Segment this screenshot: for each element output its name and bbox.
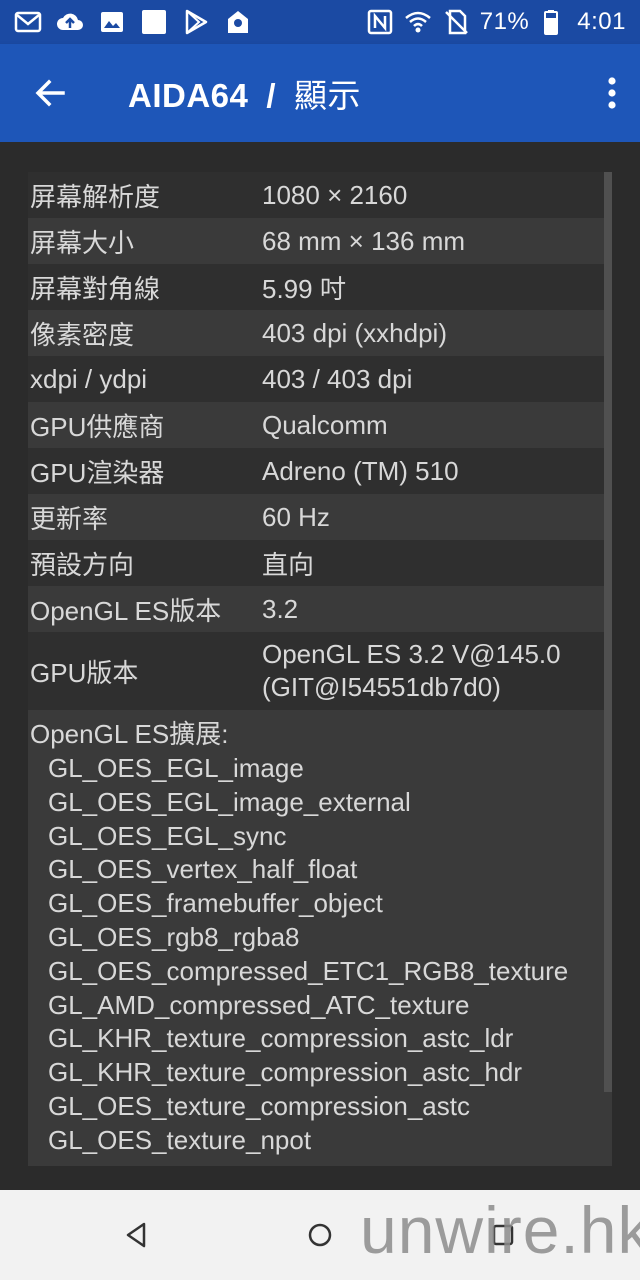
info-table: 屏幕解析度 1080 × 2160 屏幕大小 68 mm × 136 mm 屏幕… (28, 172, 612, 1166)
row-value: 403 dpi (xxhdpi) (262, 317, 447, 348)
table-row: 屏幕對角線 5.99 吋 (28, 264, 612, 310)
table-row: 像素密度 403 dpi (xxhdpi) (28, 310, 612, 356)
notification-icons (14, 8, 252, 36)
battery-icon (539, 8, 567, 36)
table-row: 屏幕解析度 1080 × 2160 (28, 172, 612, 218)
list-item: GL_OES_texture_compression_astc (48, 1090, 470, 1121)
arrow-left-icon (35, 79, 65, 107)
app-name: AIDA64 (128, 77, 249, 114)
row-value: 60 Hz (262, 501, 330, 532)
list-item: GL_OES_framebuffer_object (48, 888, 383, 919)
extensions-section: OpenGL ES擴展: GL_OES_EGL_image GL_OES_EGL… (28, 710, 612, 1166)
battery-percent: 71% (479, 8, 530, 35)
no-sim-icon (442, 8, 470, 36)
row-key: 更新率 (30, 503, 109, 534)
row-key: 屏幕解析度 (30, 181, 161, 212)
nfc-icon (366, 8, 394, 36)
list-item: GL_OES_compressed_ETC1_RGB8_texture (48, 955, 569, 986)
location-icon (224, 8, 252, 36)
row-value-line1: OpenGL ES 3.2 V@145.0 (262, 639, 561, 669)
gmail-icon (14, 8, 42, 36)
row-key: OpenGL ES版本 (30, 595, 222, 626)
row-key: GPU版本 (30, 657, 139, 688)
row-key: 屏幕對角線 (30, 273, 161, 304)
row-key: 像素密度 (30, 319, 135, 350)
back-button[interactable] (0, 44, 100, 142)
row-key: GPU供應商 (30, 411, 165, 442)
table-row: GPU渲染器 Adreno (TM) 510 (28, 448, 612, 494)
clock: 4:01 (577, 8, 626, 35)
scrollbar[interactable] (604, 172, 612, 1092)
cloud-upload-icon (56, 8, 84, 36)
blank-square-icon (140, 8, 168, 36)
list-item: GL_KHR_texture_compression_astc_hdr (48, 1057, 523, 1088)
page-subtitle: 顯示 (294, 77, 362, 114)
extensions-title: OpenGL ES擴展: (30, 719, 229, 749)
row-value: 直向 (262, 549, 315, 580)
overflow-menu-button[interactable] (584, 44, 640, 142)
system-status: 71% 4:01 (366, 8, 626, 36)
play-store-icon (182, 8, 210, 36)
row-value: 403 / 403 dpi (262, 363, 413, 394)
table-row: 更新率 60 Hz (28, 494, 612, 540)
list-item: GL_OES_EGL_sync (48, 820, 287, 851)
nav-home-button[interactable] (297, 1212, 343, 1258)
status-bar: 71% 4:01 (0, 0, 640, 44)
row-key: 預設方向 (30, 549, 135, 580)
title-separator: / (266, 77, 277, 114)
app-bar: AIDA64 / 顯示 (0, 44, 640, 142)
list-item: GL_KHR_texture_compression_astc_ldr (48, 1023, 514, 1054)
list-item: GL_AMD_compressed_ATC_texture (48, 989, 470, 1020)
row-value: 3.2 (262, 593, 299, 624)
list-item: GL_OES_EGL_image (48, 753, 304, 783)
row-value: Qualcomm (262, 409, 388, 440)
row-key: xdpi / ydpi (30, 363, 148, 394)
table-row: GPU供應商 Qualcomm (28, 402, 612, 448)
row-value-line2: (GIT@I54551db7d0) (262, 672, 501, 702)
row-value: OpenGL ES 3.2 V@145.0 (GIT@I54551db7d0) (262, 638, 612, 704)
table-row: OpenGL ES版本 3.2 (28, 586, 612, 632)
nav-back-button[interactable] (114, 1212, 160, 1258)
row-key: GPU渲染器 (30, 457, 165, 488)
list-item: GL_OES_vertex_half_float (48, 854, 358, 885)
table-row: 屏幕大小 68 mm × 136 mm (28, 218, 612, 264)
row-value: 5.99 吋 (262, 273, 346, 304)
wifi-icon (404, 8, 432, 36)
home-circle-icon (308, 1223, 332, 1247)
row-value: 1080 × 2160 (262, 179, 408, 210)
row-value: Adreno (TM) 510 (262, 455, 459, 486)
image-icon (98, 8, 126, 36)
back-triangle-icon (126, 1222, 146, 1248)
page-title: AIDA64 / 顯示 (128, 69, 361, 117)
table-row: GPU版本 OpenGL ES 3.2 V@145.0 (GIT@I54551d… (28, 632, 612, 710)
list-item: GL_OES_rgb8_rgba8 (48, 921, 300, 952)
display-info-panel[interactable]: 屏幕解析度 1080 × 2160 屏幕大小 68 mm × 136 mm 屏幕… (0, 142, 640, 1190)
row-value: 68 mm × 136 mm (262, 225, 466, 256)
row-key: 屏幕大小 (30, 227, 135, 258)
table-row: 預設方向 直向 (28, 540, 612, 586)
more-vert-icon (608, 77, 616, 109)
watermark-text: unwire.hk (360, 1193, 640, 1267)
list-item: GL_OES_texture_npot (48, 1124, 312, 1155)
table-row: xdpi / ydpi 403 / 403 dpi (28, 356, 612, 402)
list-item: GL_OES_EGL_image_external (48, 786, 411, 817)
